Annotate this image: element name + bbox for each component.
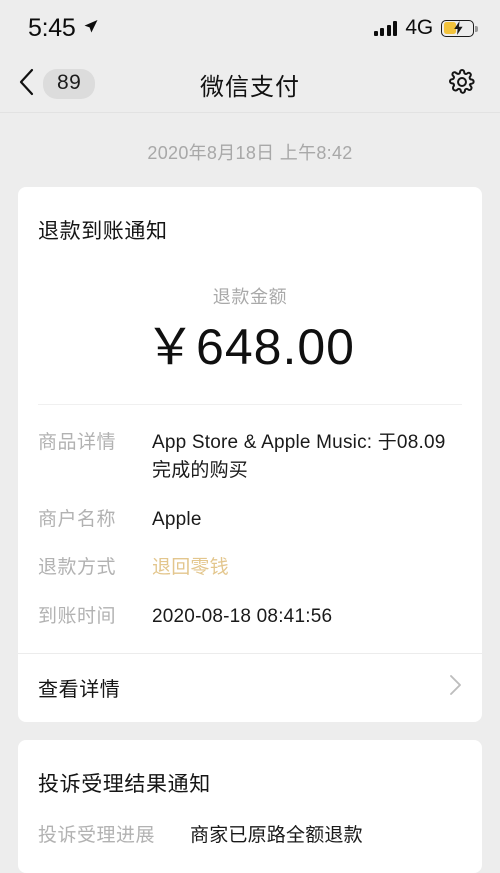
status-bar-right: 4G	[373, 16, 478, 40]
location-arrow-icon	[82, 18, 99, 40]
detail-row-label: 退款方式	[38, 557, 117, 578]
settings-button[interactable]	[448, 68, 476, 101]
complaint-detail-rows: 投诉受理进展 商家已原路全额退款	[18, 798, 482, 873]
status-time: 5:45	[28, 13, 76, 42]
detail-row-label: 商户名称	[38, 508, 117, 530]
refund-notification-card[interactable]: 退款到账通知 退款金额 ￥648.00 商品详情 App Store & App…	[18, 187, 482, 722]
unread-count-badge: 89	[43, 68, 96, 100]
refund-amount-block: 退款金额 ￥648.00	[18, 245, 482, 404]
chevron-left-icon	[18, 68, 35, 101]
gear-icon	[448, 68, 476, 101]
detail-row-value: App Store & Apple Music: 于08.09完成的购买	[152, 431, 446, 482]
detail-row-value: 2020-08-18 08:41:56	[152, 605, 333, 627]
detail-row: 投诉受理进展 商家已原路全额退款	[38, 822, 462, 851]
battery-charging-icon	[441, 19, 478, 37]
detail-row-label: 到账时间	[38, 605, 117, 627]
detail-row-value: 商家已原路全额退款	[190, 825, 363, 846]
complaint-notification-card[interactable]: 投诉受理结果通知 投诉受理进展 商家已原路全额退款	[18, 740, 482, 873]
refund-amount-value: ￥648.00	[145, 319, 355, 375]
refund-card-title: 退款到账通知	[38, 220, 168, 243]
date-separator: 2020年8月18日 上午8:42	[147, 143, 353, 163]
nav-bar: 89 微信支付	[0, 56, 500, 113]
detail-row-value: 退回零钱	[152, 557, 229, 578]
message-list: 2020年8月18日 上午8:42 退款到账通知 退款金额 ￥648.00 商品…	[0, 139, 500, 873]
chevron-right-icon	[449, 674, 462, 701]
refund-detail-rows: 商品详情 App Store & Apple Music: 于08.09完成的购…	[18, 405, 482, 654]
view-details-label: 查看详情	[38, 679, 121, 701]
carrier-label: 4G	[405, 16, 433, 39]
detail-row: 商户名称 Apple	[38, 506, 462, 535]
detail-row-value: Apple	[152, 508, 202, 530]
detail-row-label: 商品详情	[38, 431, 117, 453]
refund-amount-label: 退款金额	[212, 287, 288, 307]
complaint-card-title: 投诉受理结果通知	[38, 773, 211, 796]
detail-row: 商品详情 App Store & Apple Music: 于08.09完成的购…	[38, 429, 462, 486]
detail-row-label: 投诉受理进展	[38, 825, 156, 846]
status-bar-left: 5:45	[28, 14, 99, 43]
cellular-signal-icon	[373, 20, 398, 36]
view-details-button[interactable]: 查看详情	[18, 654, 482, 722]
status-bar: 5:45 4G	[0, 0, 500, 56]
back-button[interactable]: 89	[18, 68, 96, 101]
detail-row: 到账时间 2020-08-18 08:41:56	[38, 603, 462, 632]
detail-row: 退款方式 退回零钱	[38, 554, 462, 583]
